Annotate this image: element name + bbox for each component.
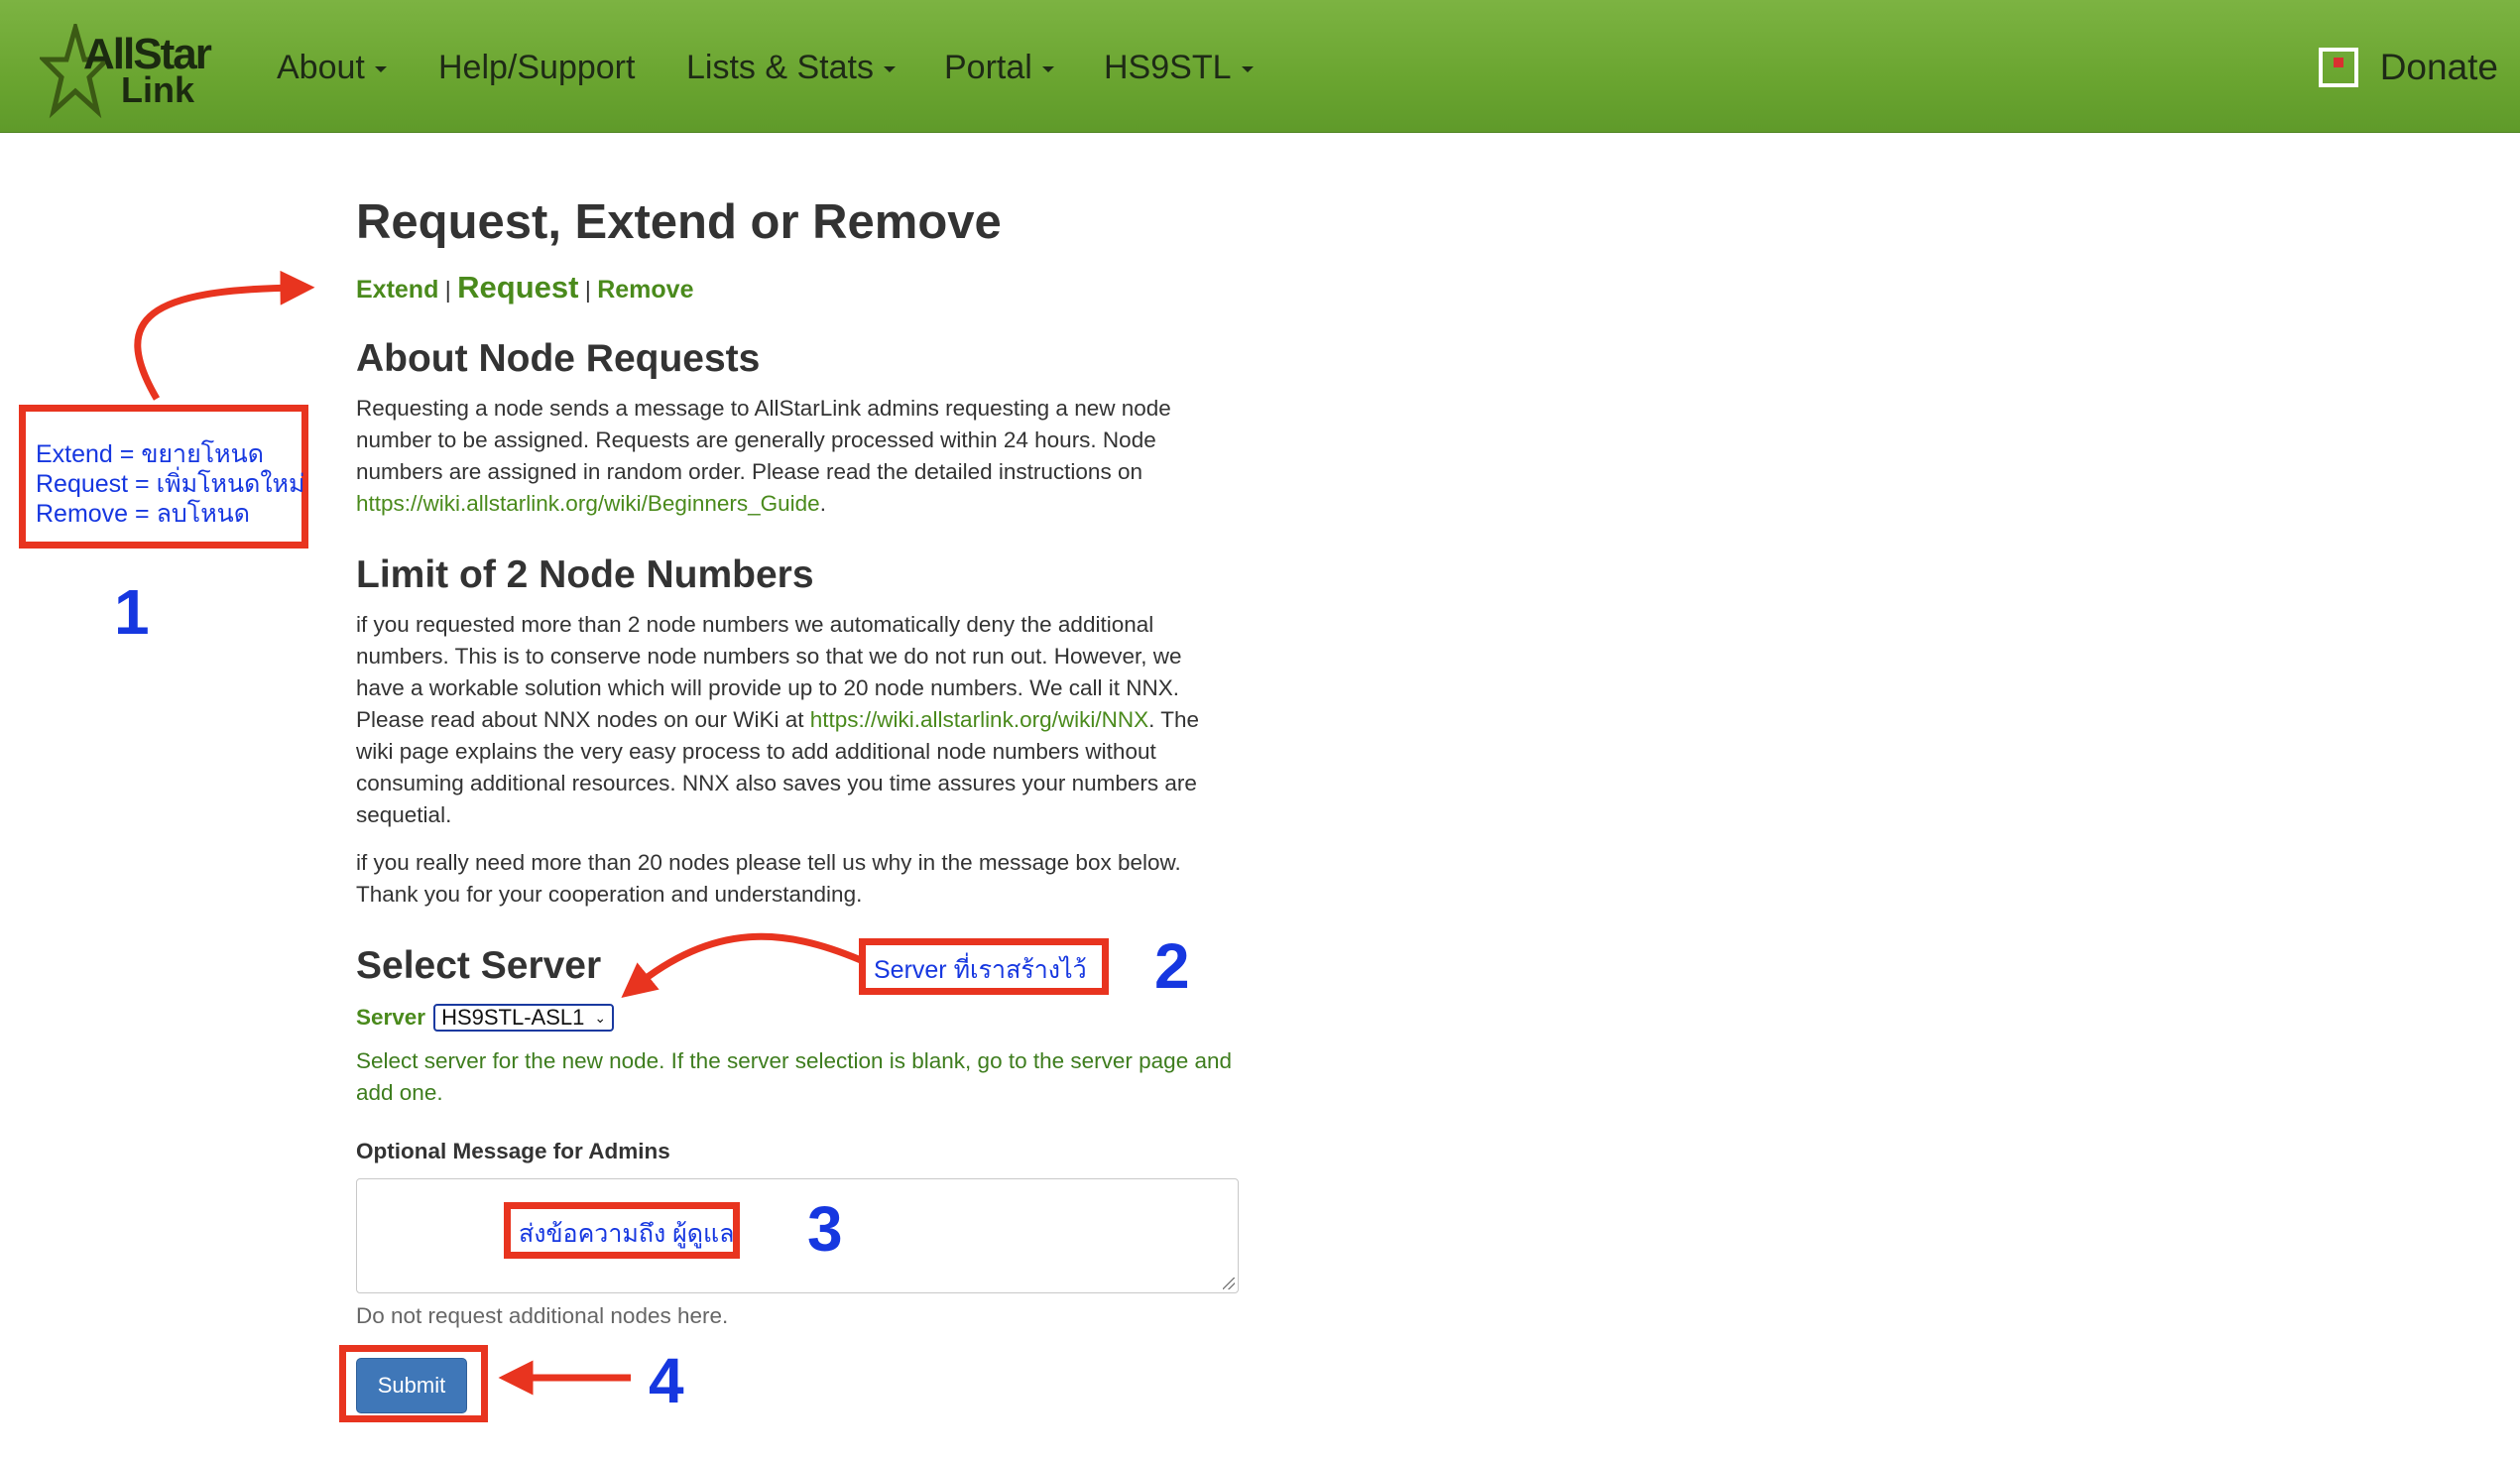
annotation-box-3: ส่งข้อความถึง ผู้ดูแล <box>504 1202 740 1259</box>
annotation-number-1: 1 <box>114 576 150 648</box>
annotation-text: Server ที่เราสร้างไว้ <box>874 956 1087 984</box>
annotation-box-2: Server ที่เราสร้างไว้ <box>859 938 1109 995</box>
annotation-number-2: 2 <box>1154 930 1190 1002</box>
arrow-1 <box>134 270 315 401</box>
annotation-number-4: 4 <box>649 1345 684 1416</box>
annotation-line: Remove = ลบโหนด <box>36 500 251 528</box>
arrow-2 <box>621 932 863 999</box>
annotation-number-3: 3 <box>807 1193 843 1265</box>
annotation-box-4 <box>339 1345 488 1422</box>
annotation-arrows <box>134 270 863 1396</box>
annotation-line: Request = เพิ่มโหนดใหม่ <box>36 470 305 498</box>
annotation-text: ส่งข้อความถึง ผู้ดูแล <box>519 1220 735 1248</box>
annotation-box-1: Extend = ขยายโหนด Request = เพิ่มโหนดใหม… <box>19 405 308 549</box>
annotation-line: Extend = ขยายโหนด <box>36 440 264 468</box>
